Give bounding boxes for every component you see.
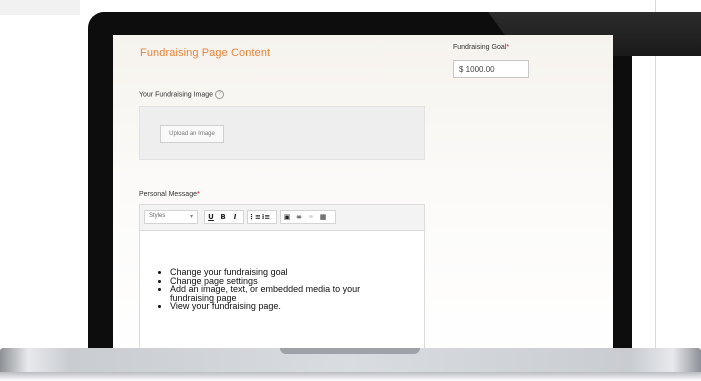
link-icon[interactable]: ∞ <box>293 213 305 221</box>
required-marker: * <box>196 191 200 198</box>
message-label: Personal Message* <box>139 191 200 198</box>
message-label-text: Personal Message <box>139 191 197 198</box>
italic-icon[interactable]: I <box>229 213 241 221</box>
bold-icon[interactable]: B <box>217 213 229 221</box>
editor-body[interactable]: Change your fundraising goal Change page… <box>140 231 424 357</box>
laptop-base-shadow <box>0 372 701 381</box>
chevron-down-icon: ▾ <box>189 214 193 220</box>
list-button-group: ⋮≡ ⁝≡ <box>247 210 277 224</box>
required-marker: * <box>506 44 510 51</box>
info-icon[interactable]: ? <box>215 90 225 99</box>
editor-toolbar: Styles ▾ U B I ⋮≡ ⁝≡ ▣ ∞ ⚭ ▦ <box>140 205 424 231</box>
unlink-icon[interactable]: ⚭ <box>305 213 317 221</box>
image-label-text: Your Fundraising Image <box>139 91 214 99</box>
media-icon[interactable]: ▦ <box>317 213 329 221</box>
goal-label-text: Fundraising Goal <box>453 44 507 51</box>
styles-dropdown[interactable]: Styles ▾ <box>144 210 198 224</box>
image-label: Your Fundraising Image? <box>139 90 225 99</box>
insert-button-group: ▣ ∞ ⚭ ▦ <box>280 210 336 224</box>
goal-label: Fundraising Goal* <box>453 44 509 51</box>
goal-input[interactable]: $ 1000.00 <box>453 60 529 78</box>
background-strip <box>0 0 80 15</box>
image-icon[interactable]: ▣ <box>281 213 293 221</box>
list-item: Add an image, text, or embedded media to… <box>170 285 380 303</box>
section-title: Fundraising Page Content <box>140 47 271 59</box>
message-bullet-list: Change your fundraising goal Change page… <box>158 268 380 311</box>
bullet-list-icon[interactable]: ⁝≡ <box>260 213 272 221</box>
format-button-group: U B I <box>204 210 244 224</box>
ordered-list-icon[interactable]: ⋮≡ <box>248 213 261 221</box>
styles-dropdown-label: Styles <box>149 213 166 219</box>
laptop-screen: Fundraising Page Content Fundraising Goa… <box>113 35 613 357</box>
image-upload-panel: Upload an Image <box>139 106 425 160</box>
list-item: View your fundraising page. <box>170 302 380 311</box>
message-editor[interactable]: Styles ▾ U B I ⋮≡ ⁝≡ ▣ ∞ ⚭ ▦ Change your … <box>139 204 425 357</box>
laptop-base-notch <box>280 348 420 354</box>
underline-icon[interactable]: U <box>205 213 217 221</box>
upload-image-button[interactable]: Upload an Image <box>160 125 224 143</box>
